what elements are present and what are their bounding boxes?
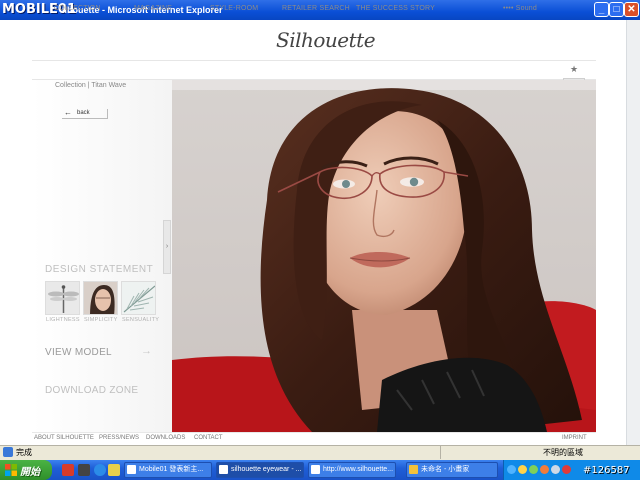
tray-volume-icon[interactable] [529, 465, 538, 474]
model-portrait-image [172, 80, 596, 432]
silhouette-logo[interactable]: Silhouette [276, 28, 376, 52]
footer-about[interactable]: ABOUT SILHOUETTE [34, 435, 94, 441]
main-nav [32, 60, 596, 80]
tray-keyboard-icon[interactable] [551, 465, 560, 474]
view-model-link[interactable]: VIEW MODEL [45, 347, 112, 358]
download-zone-link[interactable]: DOWNLOAD ZONE [45, 385, 138, 396]
taskbar-item-silhouette-url[interactable]: http://www.silhouette... [308, 462, 396, 478]
footer-downloads[interactable]: DOWNLOADS [146, 435, 185, 441]
nav-retailer-search[interactable]: RETAILER SEARCH [282, 5, 350, 12]
palm-leaf-icon [122, 282, 155, 314]
windows-flag-icon [5, 464, 17, 476]
arrow-right-icon[interactable]: → [141, 345, 152, 357]
thumbnail-simplicity[interactable] [83, 281, 118, 315]
taskbar-item-mobile01[interactable]: Mobile01 發表新主... [124, 462, 212, 478]
quicklaunch-folder-icon[interactable] [108, 464, 120, 476]
page-margin-left [0, 20, 32, 445]
ie-page-icon [219, 465, 228, 474]
quicklaunch-ie-icon[interactable] [94, 464, 106, 476]
arrow-left-icon: ← [64, 108, 72, 117]
thumbnail-label-sensuality: SENSUALITY [122, 317, 160, 323]
security-zone: 不明的區域 [543, 448, 583, 457]
hero-photo [172, 80, 596, 432]
breadcrumb: Collection | Titan Wave [55, 82, 127, 89]
tray-security-icon[interactable] [562, 465, 571, 474]
panel-collapse-handle[interactable]: › [163, 220, 171, 274]
face-thumbnail-icon [84, 282, 117, 314]
page-done-icon [3, 447, 13, 457]
nav-collection[interactable]: COLLECTION [54, 5, 101, 12]
paint-icon [409, 465, 418, 474]
quicklaunch-desktop-icon[interactable] [78, 464, 90, 476]
back-label[interactable]: back [77, 110, 90, 116]
nav-success-story[interactable]: THE SUCCESS STORY [356, 5, 435, 12]
footer-press-news[interactable]: PRESS/NEWS [99, 435, 139, 441]
dragonfly-icon [46, 282, 79, 314]
design-statement-heading: DESIGN STATEMENT [45, 264, 154, 275]
nav-magazine[interactable]: MAGAZINE [134, 5, 172, 12]
thumbnail-sensuality[interactable] [121, 281, 156, 315]
thumbnail-label-lightness: LIGHTNESS [46, 317, 80, 323]
tray-network-icon[interactable] [507, 465, 516, 474]
nav-style-room[interactable]: STYLE-ROOM [210, 5, 258, 12]
footer-contact[interactable]: CONTACT [194, 435, 223, 441]
minimize-button[interactable]: _ [594, 2, 609, 17]
vertical-scrollbar[interactable] [626, 20, 640, 445]
ie-page-icon [311, 465, 320, 474]
sound-toggle[interactable]: •••• Sound [503, 5, 537, 12]
star-icon[interactable]: ★ [570, 64, 578, 75]
thumbnail-label-simplicity: SIMPLICITY [84, 317, 118, 323]
maximize-button[interactable]: □ [609, 2, 624, 17]
ie-page-icon [127, 465, 136, 474]
close-button[interactable]: ✕ [624, 2, 639, 17]
tray-messenger-icon[interactable] [518, 465, 527, 474]
quicklaunch-app-icon[interactable] [62, 464, 74, 476]
status-divider [440, 446, 441, 459]
status-text: 完成 [16, 448, 32, 457]
image-id-watermark: #126587 [583, 465, 630, 476]
tray-app-icon[interactable] [540, 465, 549, 474]
footer-imprint[interactable]: IMPRINT [562, 435, 587, 441]
taskbar-item-paint[interactable]: 未命名 - 小畫家 [406, 462, 498, 478]
start-label[interactable]: 開始 [20, 463, 40, 478]
left-panel [32, 80, 172, 432]
taskbar-item-silhouette[interactable]: silhouette eyewear - ... [216, 462, 304, 478]
thumbnail-lightness[interactable] [45, 281, 80, 315]
